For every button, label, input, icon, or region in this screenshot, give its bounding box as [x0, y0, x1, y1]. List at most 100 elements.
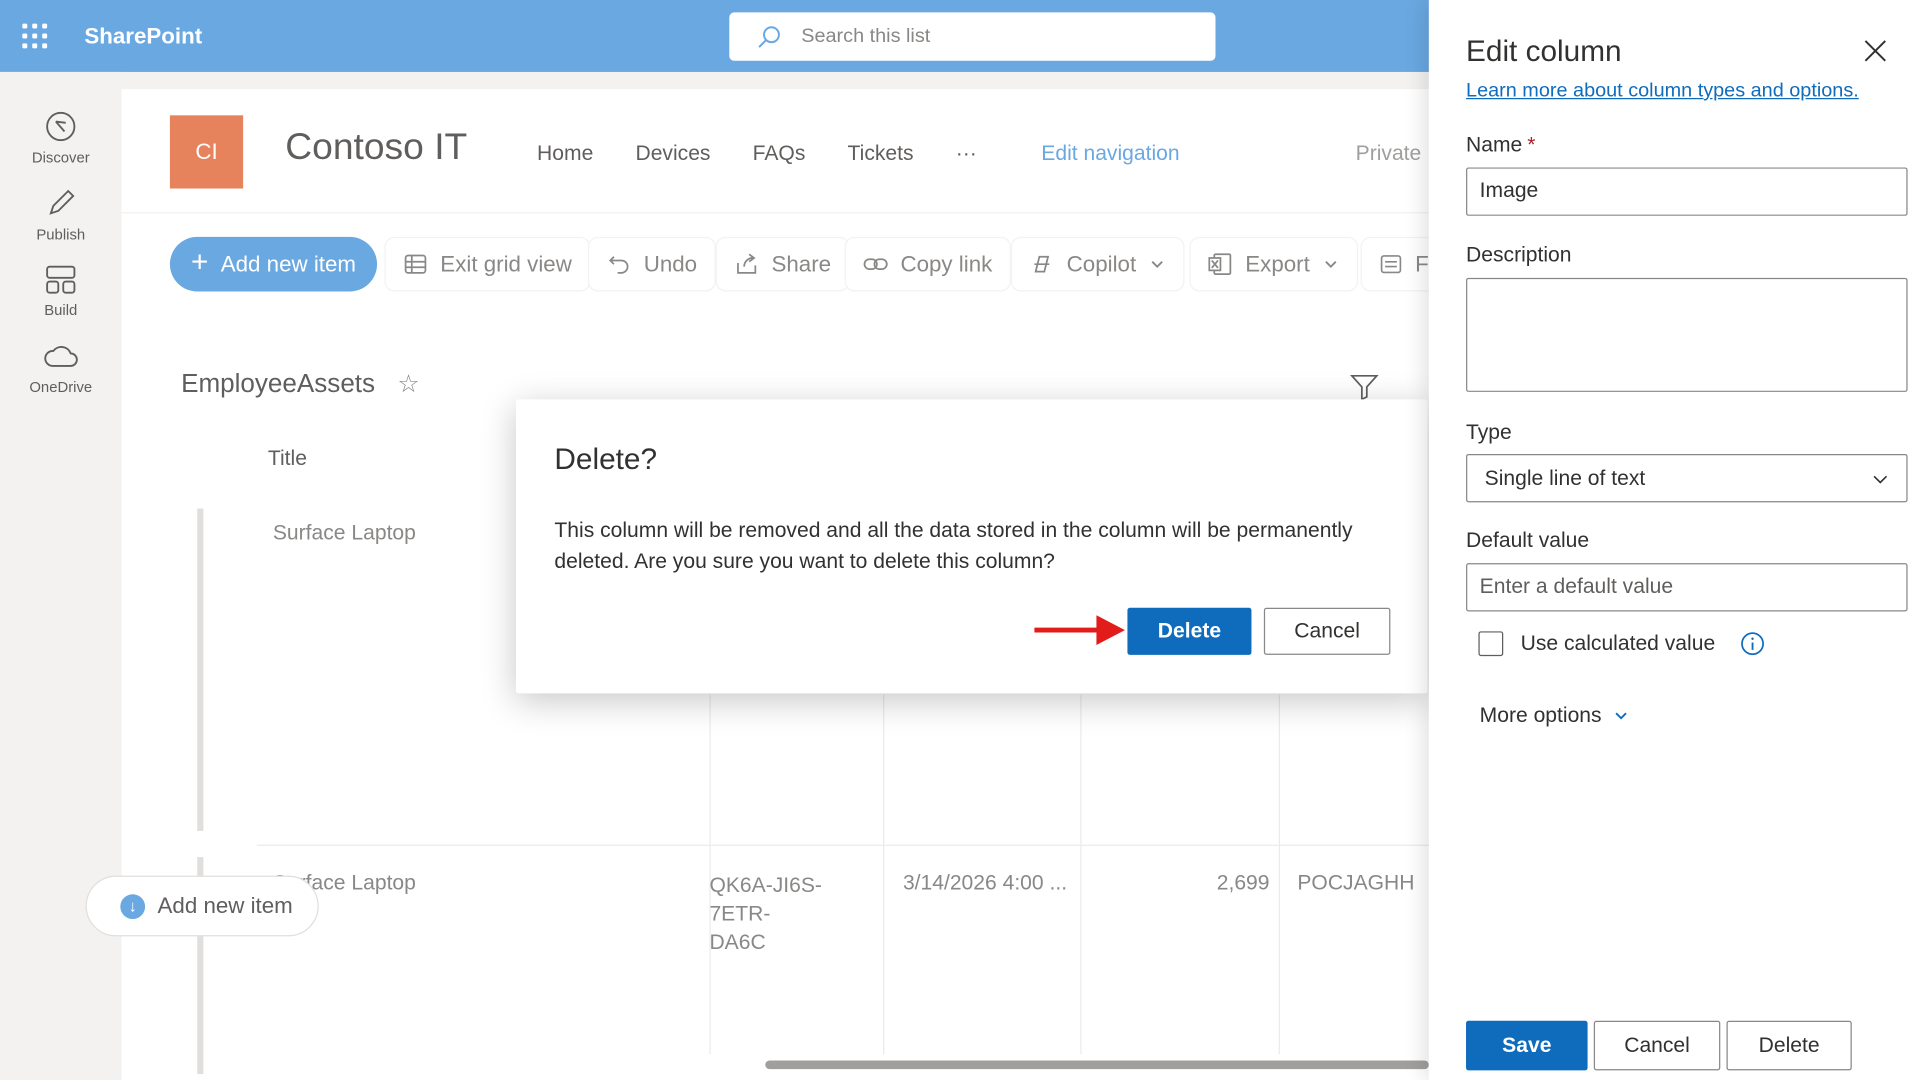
edit-navigation-link[interactable]: Edit navigation — [1041, 141, 1179, 166]
column-divider — [1080, 694, 1082, 1055]
app-launcher-icon[interactable] — [22, 23, 48, 49]
copilot-button[interactable]: Copilot — [1010, 236, 1185, 292]
grid-icon — [404, 254, 427, 274]
learn-more-link[interactable]: Learn more about column types and option… — [1466, 81, 1859, 103]
close-icon[interactable] — [1863, 38, 1888, 63]
rail-label: Discover — [31, 148, 90, 167]
search-icon — [758, 25, 780, 48]
copy-link-button[interactable]: Copy link — [844, 236, 1011, 292]
chevron-down-icon — [1615, 712, 1628, 720]
undo-label: Undo — [643, 251, 698, 276]
site-header: CI Contoso IT Home Devices FAQs Tickets … — [121, 89, 1449, 214]
edit-column-panel: Edit column Learn more about column type… — [1428, 0, 1920, 1080]
delete-column-dialog: Delete? This column will be removed and … — [515, 399, 1428, 694]
name-field[interactable]: Image — [1466, 167, 1908, 216]
more-options-label: More options — [1479, 703, 1602, 727]
table-cell-key[interactable]: QK6A-JI6S-7ETR- DA6C — [709, 871, 876, 957]
required-asterisk: * — [1527, 132, 1536, 157]
save-button[interactable]: Save — [1466, 1020, 1588, 1071]
delete-button[interactable]: Delete — [1726, 1020, 1852, 1071]
site-logo[interactable]: CI — [169, 115, 244, 189]
column-divider — [883, 694, 885, 1055]
add-new-item-inline-button[interactable]: ↓ Add new item — [85, 875, 319, 937]
rail-item-onedrive[interactable]: OneDrive — [0, 339, 122, 396]
list-title-row: EmployeeAssets ☆ — [181, 368, 420, 399]
rail-item-publish[interactable]: Publish — [0, 186, 122, 243]
command-bar: + Add new item Exit grid view Undo Share… — [122, 236, 1460, 296]
favorite-star-icon[interactable]: ☆ — [397, 368, 419, 399]
share-label: Share — [771, 251, 832, 276]
cancel-button[interactable]: Cancel — [1593, 1020, 1721, 1071]
nav-faqs[interactable]: FAQs — [753, 141, 806, 166]
filter-icon[interactable] — [1349, 372, 1379, 402]
key-line-2: DA6C — [709, 930, 766, 954]
info-icon[interactable] — [1740, 631, 1765, 656]
dialog-cancel-button[interactable]: Cancel — [1263, 607, 1391, 655]
chevron-down-icon — [1873, 475, 1888, 483]
table-cell-title[interactable]: Surface Laptop — [273, 521, 416, 546]
search-placeholder: Search this list — [801, 25, 931, 47]
use-calculated-value-row: Use calculated value — [1478, 631, 1765, 657]
copy-link-label: Copy link — [900, 251, 993, 276]
share-icon — [737, 253, 757, 274]
type-dropdown[interactable]: Single line of text — [1466, 453, 1908, 503]
dialog-message: This column will be removed and all the … — [554, 518, 1353, 574]
horizontal-scrollbar[interactable] — [765, 1060, 1429, 1070]
rail-label: Publish — [36, 225, 86, 244]
cloud-icon — [44, 345, 78, 367]
dialog-title: Delete? — [554, 442, 658, 477]
undo-icon — [608, 256, 629, 274]
exit-grid-view-label: Exit grid view — [440, 251, 572, 276]
export-button[interactable]: Export — [1189, 236, 1359, 292]
plus-icon: + — [190, 245, 209, 280]
description-field[interactable] — [1466, 277, 1908, 392]
nav-home[interactable]: Home — [537, 141, 593, 166]
table-cell-code[interactable]: POCJAGHH — [1297, 871, 1414, 896]
layout-icon — [46, 265, 76, 294]
nav-tickets[interactable]: Tickets — [848, 141, 914, 166]
red-arrow-annotation-icon — [1034, 615, 1125, 645]
key-line-1: QK6A-JI6S-7ETR- — [709, 873, 822, 926]
list-title[interactable]: EmployeeAssets — [181, 369, 375, 399]
type-label: Type — [1466, 420, 1512, 445]
description-label: Description — [1466, 243, 1572, 267]
more-options-toggle[interactable]: More options — [1480, 703, 1629, 728]
site-navigation: Home Devices FAQs Tickets ··· Edit navig… — [537, 141, 1180, 166]
excel-icon — [1208, 253, 1232, 275]
table-cell-date[interactable]: 3/14/2026 4:00 ... — [903, 871, 1067, 896]
rail-item-build[interactable]: Build — [0, 262, 122, 319]
column-header-title[interactable]: Title — [268, 447, 307, 472]
app-name[interactable]: SharePoint — [84, 24, 202, 50]
privacy-label: Private — [1355, 141, 1422, 165]
undo-button[interactable]: Undo — [587, 236, 716, 292]
row-indicator — [197, 508, 204, 832]
copilot-label: Copilot — [1066, 251, 1137, 276]
link-icon — [863, 258, 888, 271]
use-calculated-value-label: Use calculated value — [1520, 631, 1716, 655]
column-divider — [1278, 694, 1280, 1055]
nav-more-icon[interactable]: ··· — [956, 141, 977, 166]
rail-item-discover[interactable]: Discover — [0, 109, 122, 166]
chevron-down-icon — [1325, 261, 1337, 268]
default-value-label: Default value — [1466, 528, 1590, 552]
table-cell-price[interactable]: 2,699 — [1217, 871, 1270, 896]
exit-grid-view-button[interactable]: Exit grid view — [384, 236, 591, 292]
arrow-down-icon: ↓ — [120, 893, 146, 919]
copilot-icon — [1034, 255, 1050, 273]
share-button[interactable]: Share — [715, 236, 850, 292]
add-new-item-button[interactable]: + Add new item — [169, 236, 378, 292]
type-selected-value: Single line of text — [1484, 465, 1646, 490]
add-new-item-inline-label: Add new item — [157, 893, 293, 918]
use-calculated-value-checkbox[interactable] — [1478, 631, 1504, 657]
panel-title: Edit column — [1466, 34, 1622, 69]
search-box[interactable]: Search this list — [729, 12, 1216, 61]
add-new-item-label: Add new item — [220, 251, 357, 276]
default-value-placeholder: Enter a default value — [1479, 574, 1674, 598]
dialog-delete-button[interactable]: Delete — [1127, 607, 1252, 655]
row-divider — [256, 844, 1449, 846]
export-label: Export — [1245, 251, 1310, 276]
rail-label: OneDrive — [29, 378, 93, 396]
default-value-field[interactable]: Enter a default value — [1466, 563, 1908, 612]
site-title[interactable]: Contoso IT — [285, 127, 467, 169]
nav-devices[interactable]: Devices — [635, 141, 710, 166]
